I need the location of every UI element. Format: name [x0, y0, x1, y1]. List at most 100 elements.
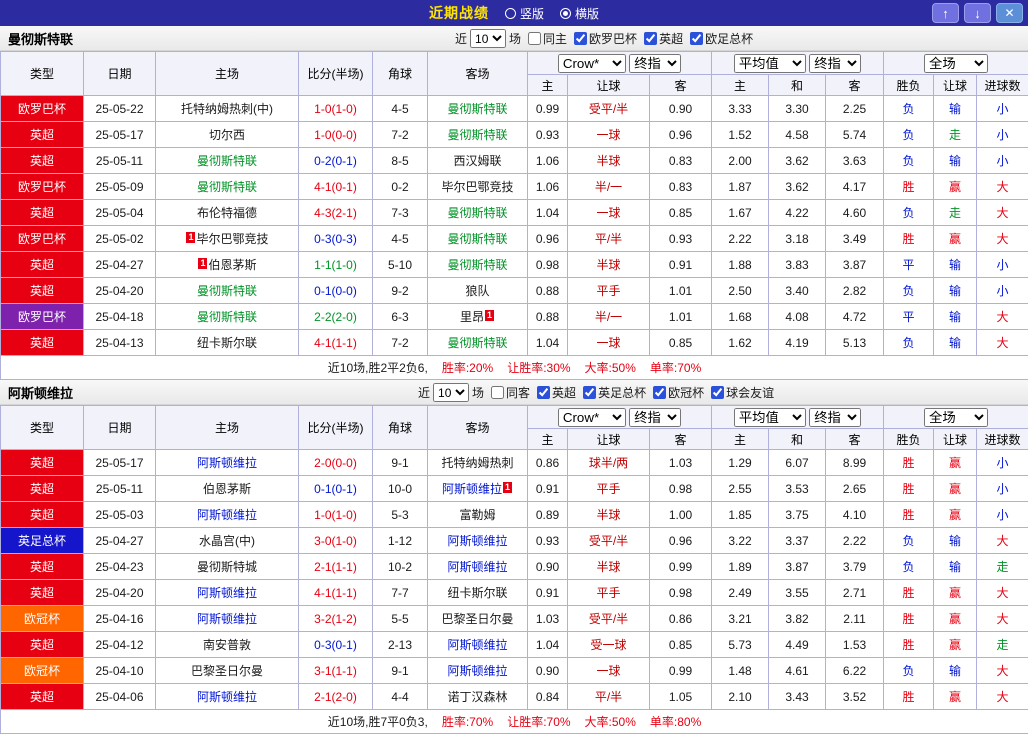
sub-home: 主	[527, 74, 568, 96]
home-team-cell: 布伦特福德	[155, 199, 299, 226]
match-date: 25-04-23	[83, 553, 156, 580]
result-outcome: 负	[883, 657, 935, 684]
bookmaker-select[interactable]: Crow*	[557, 407, 626, 427]
league-filter-checkbox[interactable]	[574, 32, 588, 45]
avg-away-odds: 4.72	[825, 303, 885, 330]
sub-goals-result: 进球数	[976, 428, 1028, 450]
radio-icon	[560, 7, 571, 19]
corners-cell: 7-2	[372, 121, 428, 148]
same-venue-checkbox[interactable]	[491, 386, 505, 399]
avg-draw-odds: 3.55	[768, 579, 827, 606]
avg-home-odds: 2.55	[711, 475, 770, 502]
handicap-line: 受平/半	[567, 605, 650, 632]
handicap-away-odds: 0.91	[648, 251, 713, 278]
handicap-away-odds: 0.96	[648, 527, 713, 554]
handicap-line: 一球	[567, 329, 650, 356]
same-venue[interactable]: 同主	[528, 30, 567, 47]
result-goals: 小	[976, 147, 1028, 174]
league-filter-checkbox[interactable]	[537, 386, 551, 399]
score-cell: 1-1(1-0)	[298, 251, 373, 278]
avg-home-odds: 1.62	[711, 329, 770, 356]
league-filter[interactable]: 欧冠杯	[653, 384, 704, 401]
result-handicap: 赢	[933, 631, 978, 658]
corners-cell: 6-3	[372, 303, 428, 330]
games-label: 场	[509, 32, 522, 46]
team-name-text: 托特纳姆热刺	[441, 456, 514, 470]
result-goals: 小	[976, 95, 1028, 122]
handicap-away-odds: 0.86	[648, 605, 713, 632]
sub-draw-avg: 和	[768, 74, 827, 96]
match-date: 25-05-03	[83, 501, 156, 528]
arrow-up-icon: ↑	[942, 5, 949, 21]
league-filter-checkbox[interactable]	[644, 32, 658, 45]
match-row: 英超 25-04-20 曼彻斯特联 0-1(0-0) 9-2 狼队 0.88 平手 1.01 2.…	[0, 277, 1028, 304]
team-name-text: 托特纳姆热刺(中)	[181, 102, 273, 116]
odds-stage-select[interactable]: 终指	[629, 407, 682, 427]
league-filter[interactable]: 欧罗巴杯	[574, 30, 637, 47]
handicap-line: 平手	[567, 475, 650, 502]
sub-away-avg: 客	[825, 74, 885, 96]
scroll-up-button[interactable]: ↑	[932, 3, 959, 23]
odds-stage-select-2[interactable]: 终指	[809, 407, 862, 427]
avg-odds-select[interactable]: 平均值	[733, 407, 806, 427]
team-name-text: 阿斯顿维拉	[447, 560, 508, 574]
result-outcome: 负	[883, 95, 935, 122]
league-badge: 英超	[0, 553, 84, 580]
away-team-cell: 曼彻斯特联	[427, 95, 528, 122]
league-filter[interactable]: 英超	[644, 30, 683, 47]
handicap-line: 平/半	[567, 683, 650, 710]
same-venue-checkbox[interactable]	[528, 32, 542, 45]
recent-count-select[interactable]: 10	[433, 383, 470, 402]
euro-odds-group: 平均值 终指	[711, 51, 885, 75]
league-filter-checkbox[interactable]	[583, 386, 597, 399]
odds-stage-select[interactable]: 终指	[629, 53, 682, 73]
bookmaker-select[interactable]: Crow*	[557, 53, 626, 73]
result-handicap: 走	[933, 121, 978, 148]
result-goals: 大	[976, 683, 1028, 710]
league-filter[interactable]: 英超	[537, 384, 576, 401]
match-date: 25-05-11	[83, 475, 156, 502]
corners-cell: 2-13	[372, 631, 428, 658]
scope-select[interactable]: 全场	[924, 407, 989, 427]
match-date: 25-04-12	[83, 631, 156, 658]
sub-handicap: 让球	[567, 74, 650, 96]
summary-stat: 胜率:20%	[441, 361, 494, 375]
handicap-home-odds: 0.96	[527, 225, 568, 252]
score-cell: 3-2(1-2)	[298, 605, 373, 632]
team-name-text: 曼彻斯特联	[447, 232, 508, 246]
result-goals: 大	[976, 173, 1028, 200]
radio-horizontal-label: 横版	[575, 6, 600, 21]
match-date: 25-05-11	[83, 147, 156, 174]
league-filter[interactable]: 球会友谊	[711, 384, 774, 401]
league-filter-checkbox[interactable]	[690, 32, 704, 45]
team-name-text: 曼彻斯特联	[196, 310, 257, 324]
scroll-down-button[interactable]: ↓	[964, 3, 991, 23]
team-name-text: 水晶宫(中)	[199, 534, 255, 548]
same-venue[interactable]: 同客	[491, 384, 530, 401]
league-filter-checkbox[interactable]	[653, 386, 667, 399]
handicap-home-odds: 1.06	[527, 147, 568, 174]
handicap-away-odds: 1.03	[648, 449, 713, 476]
close-button[interactable]: ✕	[996, 3, 1023, 23]
league-filter[interactable]: 欧足总杯	[690, 30, 753, 47]
avg-home-odds: 3.21	[711, 605, 770, 632]
odds-stage-select-2[interactable]: 终指	[809, 53, 862, 73]
radio-horizontal-layout[interactable]: 横版	[560, 5, 599, 22]
handicap-line: 平手	[567, 277, 650, 304]
col-type: 类型	[0, 405, 84, 450]
score-cell: 4-3(2-1)	[298, 199, 373, 226]
corners-cell: 5-10	[372, 251, 428, 278]
league-filter-checkbox[interactable]	[711, 386, 725, 399]
league-filter[interactable]: 英足总杯	[583, 384, 646, 401]
avg-odds-select[interactable]: 平均值	[733, 53, 806, 73]
corners-cell: 8-5	[372, 147, 428, 174]
radio-vertical-layout[interactable]: 竖版	[504, 5, 544, 22]
avg-away-odds: 2.65	[825, 475, 885, 502]
avg-home-odds: 2.22	[711, 225, 770, 252]
scope-select[interactable]: 全场	[924, 53, 989, 73]
match-date: 25-04-18	[83, 303, 156, 330]
result-outcome: 负	[883, 147, 935, 174]
away-team-cell: 曼彻斯特联	[427, 225, 528, 252]
match-row: 英超 25-05-11 伯恩茅斯 0-1(0-1) 10-0 阿斯顿维拉 1 0.91 平手 0.…	[0, 475, 1028, 502]
recent-count-select[interactable]: 10	[470, 29, 507, 48]
